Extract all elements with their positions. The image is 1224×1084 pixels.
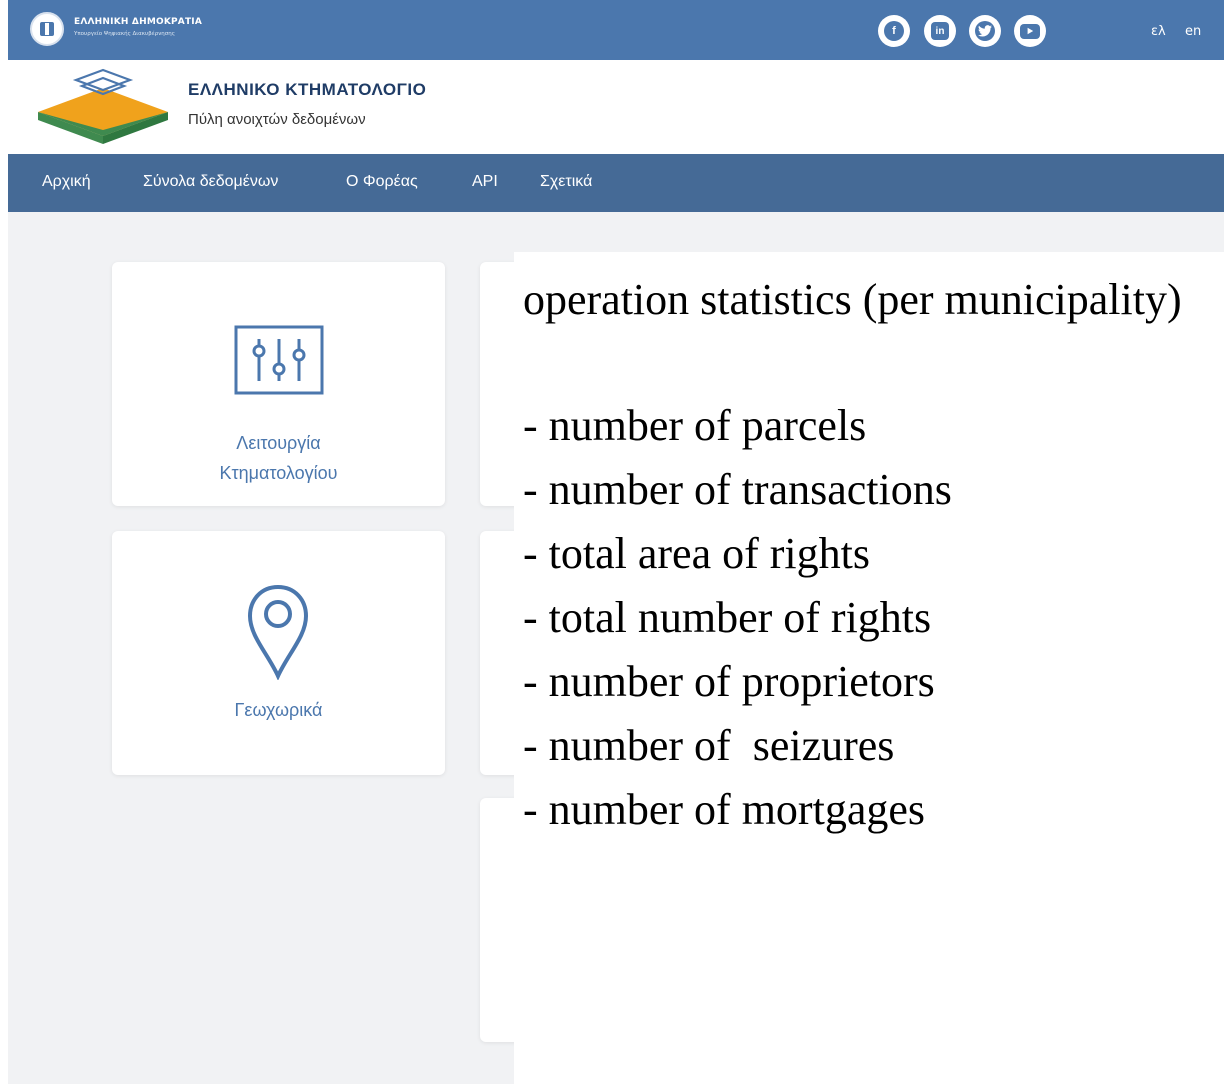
gov-top-bar: ΕΛΛΗΝΙΚΗ ΔΗΜΟΚΡΑΤΙΑ Υπουργείο Ψηφιακής Δ… (8, 0, 1224, 60)
brand-header: ΕΛΛΗΝΙΚΟ ΚΤΗΜΑΤΟΛΟΓΙΟ Πύλη ανοιχτών δεδο… (8, 60, 1224, 154)
card-label-line1: Λειτουργία (236, 433, 321, 453)
map-pin-icon (247, 584, 309, 680)
nav-item-api[interactable]: API (472, 173, 498, 191)
list-item: - number of seizures (523, 721, 895, 770)
brand-subtitle: Πύλη ανοιχτών δεδομένων (188, 111, 366, 128)
list-item: - number of proprietors (523, 657, 935, 706)
gov-title: ΕΛΛΗΝΙΚΗ ΔΗΜΟΚΡΑΤΙΑ (74, 17, 203, 27)
nav-item-about[interactable]: Σχετικά (540, 173, 592, 191)
card-geospatial[interactable]: Γεωχωρικά (112, 531, 445, 775)
greek-republic-emblem-icon[interactable] (30, 12, 64, 46)
nav-item-organization[interactable]: Ο Φορέας (346, 173, 418, 191)
card-cadastre-operation[interactable]: Λειτουργία Κτηματολογίου (112, 262, 445, 506)
list-item: - total number of rights (523, 593, 932, 642)
linkedin-icon[interactable]: in (924, 15, 956, 47)
facebook-icon[interactable]: f (878, 15, 910, 47)
nav-item-datasets[interactable]: Σύνολα δεδομένων (143, 173, 278, 191)
overlay-heading: operation statistics (per municipality) (523, 275, 1182, 324)
list-item: - total area of rights (523, 529, 870, 578)
lang-greek-link[interactable]: ελ (1151, 24, 1166, 39)
main-nav: Αρχική Σύνολα δεδομένων Ο Φορέας API Σχε… (8, 154, 1224, 212)
sliders-icon (234, 325, 324, 395)
card-label: Γεωχωρικά (234, 700, 323, 720)
youtube-icon[interactable] (1014, 15, 1046, 47)
cadastre-logo-icon[interactable] (36, 66, 171, 146)
list-item: - number of parcels (523, 401, 867, 450)
nav-item-home[interactable]: Αρχική (42, 173, 91, 191)
list-item: - number of mortgages (523, 785, 925, 834)
overlay-text-panel: operation statistics (per municipality) … (514, 252, 1224, 1084)
twitter-icon[interactable] (969, 15, 1001, 47)
gov-subtitle: Υπουργείο Ψηφιακής Διακυβέρνησης (74, 31, 175, 37)
brand-title: ΕΛΛΗΝΙΚΟ ΚΤΗΜΑΤΟΛΟΓΙΟ (188, 80, 427, 99)
left-edge (0, 0, 8, 1084)
list-item: - number of transactions (523, 465, 952, 514)
card-label-line2: Κτηματολογίου (219, 463, 338, 483)
lang-english-link[interactable]: en (1185, 24, 1201, 39)
